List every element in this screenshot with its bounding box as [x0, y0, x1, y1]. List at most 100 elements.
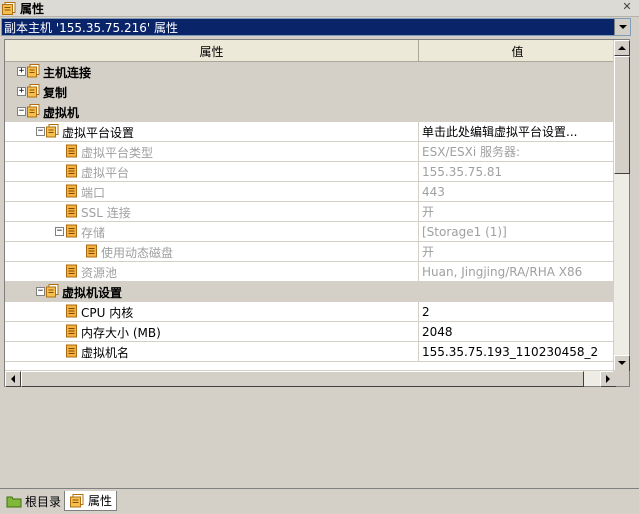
property-icon	[65, 144, 78, 158]
property-cell[interactable]: SSL 连接	[5, 202, 419, 221]
title-bar: 属性 ✕	[0, 0, 639, 17]
property-value[interactable]: ESX/ESXi 服务器:	[419, 142, 616, 161]
collapse-icon[interactable]: −	[17, 107, 26, 116]
row-vm-settings[interactable]: − 虚拟机设置	[5, 282, 616, 302]
properties-icon	[70, 493, 84, 507]
property-value	[419, 102, 616, 121]
category-icon	[46, 284, 59, 298]
category-icon	[27, 84, 40, 98]
property-icon	[65, 184, 78, 198]
properties-icon	[2, 1, 16, 15]
property-cell[interactable]: 资源池	[5, 262, 419, 281]
property-cell[interactable]: CPU 内核	[5, 302, 419, 321]
property-icon	[65, 164, 78, 178]
scroll-down-button[interactable]	[614, 355, 630, 371]
dropdown-button[interactable]	[614, 19, 630, 35]
property-value[interactable]: 155.35.75.81	[419, 162, 616, 181]
chevron-down-icon	[618, 25, 627, 29]
row-memory-size[interactable]: 内存大小 (MB) 2048	[5, 322, 616, 342]
property-cell[interactable]: − 虚拟机设置	[5, 282, 419, 301]
row-ssl-connection[interactable]: SSL 连接 开	[5, 202, 616, 222]
property-label: 复制	[43, 86, 68, 100]
property-cell[interactable]: 使用动态磁盘	[5, 242, 419, 261]
property-grid: 属性 值 + 主机连接 + 复制 − 虚拟机 − 虚拟平台设置 单击此处编辑虚拟平台设置... 虚…	[4, 39, 630, 387]
property-label: 虚拟平台类型	[81, 146, 154, 160]
selector-value: 副本主机 '155.35.75.216' 属性	[4, 20, 179, 35]
property-label: 虚拟平台	[81, 166, 130, 180]
collapse-icon[interactable]: −	[36, 127, 45, 136]
collapse-icon[interactable]: −	[55, 227, 64, 236]
grid-header: 属性 值	[5, 40, 616, 62]
property-cell[interactable]: 端口	[5, 182, 419, 201]
property-value	[419, 82, 616, 101]
property-cell[interactable]: − 虚拟机	[5, 102, 419, 121]
close-icon[interactable]: ✕	[621, 1, 633, 13]
grid-body: + 主机连接 + 复制 − 虚拟机 − 虚拟平台设置 单击此处编辑虚拟平台设置... 虚拟平台类型…	[5, 62, 616, 370]
row-replication[interactable]: + 复制	[5, 82, 616, 102]
category-icon	[27, 104, 40, 118]
vertical-scrollbar[interactable]	[613, 40, 630, 371]
property-cell[interactable]: 内存大小 (MB)	[5, 322, 419, 341]
property-label: 虚拟平台设置	[62, 126, 135, 140]
property-label: 内存大小 (MB)	[81, 326, 161, 340]
property-cell[interactable]: 虚拟平台类型	[5, 142, 419, 161]
property-icon	[85, 244, 98, 258]
column-header-value[interactable]: 值	[419, 40, 616, 62]
property-value[interactable]: 155.35.75.193_110230458_2	[419, 342, 616, 361]
property-icon	[65, 324, 78, 338]
property-value[interactable]: 单击此处编辑虚拟平台设置...	[419, 122, 616, 141]
property-cell[interactable]: + 主机连接	[5, 62, 419, 81]
window-title: 属性	[20, 1, 45, 16]
property-cell[interactable]: − 存储	[5, 222, 419, 241]
row-virtual-platform[interactable]: 虚拟平台 155.35.75.81	[5, 162, 616, 182]
property-value[interactable]: 开	[419, 202, 616, 221]
property-label: 使用动态磁盘	[101, 246, 174, 260]
arrow-up-icon	[618, 46, 626, 50]
row-vm-name[interactable]: 虚拟机名 155.35.75.193_110230458_2	[5, 342, 616, 362]
property-label: 端口	[81, 186, 106, 200]
row-storage[interactable]: − 存储 [Storage1 (1)]	[5, 222, 616, 242]
property-icon	[65, 264, 78, 278]
row-port[interactable]: 端口 443	[5, 182, 616, 202]
property-value[interactable]: [Storage1 (1)]	[419, 222, 616, 241]
property-value[interactable]: 开	[419, 242, 616, 261]
row-cpu-cores[interactable]: CPU 内核 2	[5, 302, 616, 322]
column-header-property[interactable]: 属性	[5, 40, 419, 62]
property-cell[interactable]: 虚拟机名	[5, 342, 419, 361]
property-cell[interactable]: 虚拟平台	[5, 162, 419, 181]
horizontal-scroll-thumb[interactable]	[21, 371, 584, 387]
row-virtual-platform-type[interactable]: 虚拟平台类型 ESX/ESXi 服务器:	[5, 142, 616, 162]
row-resource-pool[interactable]: 资源池 Huan, Jingjing/RA/RHA X86	[5, 262, 616, 282]
property-cell[interactable]: − 虚拟平台设置	[5, 122, 419, 141]
object-selector-dropdown[interactable]: 副本主机 '155.35.75.216' 属性	[1, 18, 631, 36]
property-cell[interactable]: + 复制	[5, 82, 419, 101]
property-label: SSL 连接	[81, 206, 131, 220]
row-virtual-machine[interactable]: − 虚拟机	[5, 102, 616, 122]
arrow-left-icon	[11, 375, 15, 383]
tab-root[interactable]: 根目录	[2, 491, 65, 511]
property-label: 资源池	[81, 266, 118, 280]
property-label: 存储	[81, 226, 106, 240]
property-label: 主机连接	[43, 66, 92, 80]
scroll-left-button[interactable]	[5, 371, 21, 387]
expand-icon[interactable]: +	[17, 87, 26, 96]
property-icon	[65, 224, 78, 238]
property-value[interactable]: 443	[419, 182, 616, 201]
arrow-right-icon	[606, 375, 610, 383]
property-icon	[65, 304, 78, 318]
property-label: CPU 内核	[81, 306, 134, 320]
property-value[interactable]: 2	[419, 302, 616, 321]
scroll-up-button[interactable]	[614, 40, 630, 56]
row-virtual-platform-settings[interactable]: − 虚拟平台设置 单击此处编辑虚拟平台设置...	[5, 122, 616, 142]
property-value[interactable]: Huan, Jingjing/RA/RHA X86	[419, 262, 616, 281]
vertical-scroll-thumb[interactable]	[614, 56, 630, 174]
property-value	[419, 282, 616, 301]
row-use-dynamic-disk[interactable]: 使用动态磁盘 开	[5, 242, 616, 262]
property-value[interactable]: 2048	[419, 322, 616, 341]
expand-icon[interactable]: +	[17, 67, 26, 76]
row-host-connection[interactable]: + 主机连接	[5, 62, 616, 82]
tab-properties[interactable]: 属性	[64, 491, 118, 511]
horizontal-scrollbar[interactable]	[5, 370, 616, 387]
property-label: 虚拟机	[43, 106, 80, 120]
collapse-icon[interactable]: −	[36, 287, 45, 296]
